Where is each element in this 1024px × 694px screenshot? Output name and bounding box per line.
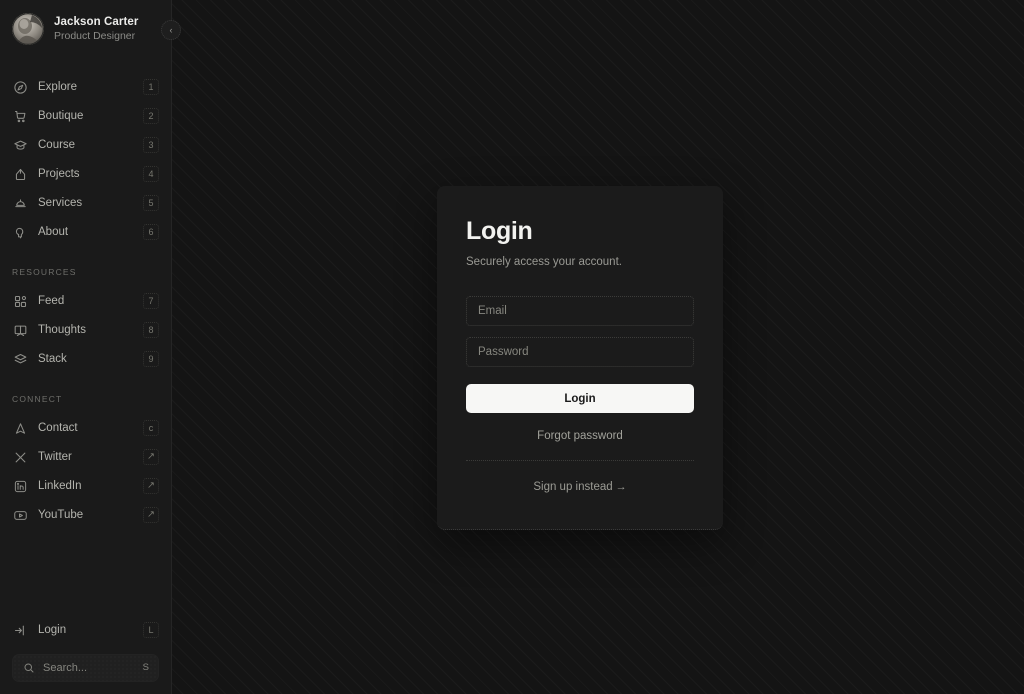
sidebar-item-shortcut: 1 xyxy=(143,79,159,95)
sidebar-item-label: About xyxy=(38,226,69,238)
sidebar-item-shortcut: 3 xyxy=(143,137,159,153)
forgot-password-link[interactable]: Forgot password xyxy=(466,428,694,444)
projects-icon xyxy=(12,166,28,182)
external-link-arrow-icon: ↗ xyxy=(143,449,159,465)
page-title: Login xyxy=(466,217,533,245)
graduation-cap-icon xyxy=(12,137,28,153)
sidebar-item-label: Thoughts xyxy=(38,324,86,336)
chevron-left-icon: ‹ xyxy=(169,24,173,35)
card-subtitle: Securely access your account. xyxy=(466,256,622,268)
external-link-arrow-icon: ↗ xyxy=(143,507,159,523)
password-field[interactable]: Password xyxy=(466,337,694,367)
sidebar-item-projects[interactable]: Projects 4 xyxy=(0,160,171,188)
search-placeholder: Search... xyxy=(43,662,88,674)
sidebar-item-course[interactable]: Course 3 xyxy=(0,131,171,159)
sidebar-item-twitter[interactable]: Twitter ↗ xyxy=(0,443,171,471)
compass-icon xyxy=(12,79,28,95)
sidebar-item-youtube[interactable]: YouTube ↗ xyxy=(0,501,171,529)
search-input[interactable]: Search... S xyxy=(12,654,159,682)
signup-label: Sign up instead xyxy=(533,481,613,493)
arrow-right-icon: → xyxy=(615,481,627,493)
sidebar-item-thoughts[interactable]: Thoughts 8 xyxy=(0,316,171,344)
sidebar-item-label: Services xyxy=(38,197,83,209)
profile-header[interactable]: Jackson Carter Product Designer xyxy=(0,0,171,57)
profile-text: Jackson Carter Product Designer xyxy=(54,15,139,43)
sidebar-item-linkedin[interactable]: LinkedIn ↗ xyxy=(0,472,171,500)
book-open-icon xyxy=(12,322,28,338)
nav-group-connect: Contact c Twitter ↗ LinkedIn ↗ YouTube ↗ xyxy=(0,414,171,532)
sidebar-item-shortcut: c xyxy=(143,420,159,436)
sidebar-item-feed[interactable]: Feed 7 xyxy=(0,287,171,315)
sidebar-item-login[interactable]: Login L xyxy=(12,616,159,644)
password-placeholder: Password xyxy=(478,346,529,358)
profile-name: Jackson Carter xyxy=(54,16,139,28)
search-icon xyxy=(22,662,35,675)
section-label-resources: RESOURCES xyxy=(12,267,77,277)
sidebar-item-services[interactable]: Services 5 xyxy=(0,189,171,217)
linkedin-icon xyxy=(12,478,28,494)
nav-group-resources: Feed 7 Thoughts 8 Stack 9 xyxy=(0,287,171,376)
sidebar-item-label: Contact xyxy=(38,422,78,434)
sidebar-item-label: Twitter xyxy=(38,451,72,463)
lightbulb-icon xyxy=(12,224,28,240)
sidebar-item-about[interactable]: About 6 xyxy=(0,218,171,246)
sidebar: Jackson Carter Product Designer ‹ Explor… xyxy=(0,0,181,694)
service-bell-icon xyxy=(12,195,28,211)
shopping-cart-icon xyxy=(12,108,28,124)
sidebar-item-label: Login xyxy=(38,624,67,636)
sidebar-item-boutique[interactable]: Boutique 2 xyxy=(0,102,171,130)
avatar xyxy=(12,13,44,45)
sidebar-item-label: Feed xyxy=(38,295,65,307)
nav-group-primary: Explore 1 Boutique 2 Course 3 Projects 4… xyxy=(0,73,171,249)
sidebar-item-stack[interactable]: Stack 9 xyxy=(0,345,171,373)
login-submit-button[interactable]: Login xyxy=(466,384,694,413)
sidebar-item-label: LinkedIn xyxy=(38,480,82,492)
sidebar-item-label: Course xyxy=(38,139,76,151)
sidebar-item-shortcut: L xyxy=(143,622,159,638)
feed-grid-icon xyxy=(12,293,28,309)
sidebar-item-shortcut: 6 xyxy=(143,224,159,240)
sidebar-item-label: Stack xyxy=(38,353,67,365)
sidebar-item-explore[interactable]: Explore 1 xyxy=(0,73,171,101)
search-shortcut: S xyxy=(142,662,149,674)
sidebar-item-shortcut: 2 xyxy=(143,108,159,124)
app-root: Jackson Carter Product Designer ‹ Explor… xyxy=(0,0,1024,694)
sidebar-item-shortcut: 5 xyxy=(143,195,159,211)
main-content: Login Securely access your account. Emai… xyxy=(172,0,1024,694)
sidebar-item-shortcut: 7 xyxy=(143,293,159,309)
sidebar-item-shortcut: 8 xyxy=(143,322,159,338)
signup-link[interactable]: Sign up instead → xyxy=(466,479,694,495)
sidebar-item-label: Boutique xyxy=(38,110,84,122)
card-divider xyxy=(466,460,694,461)
sidebar-item-label: Projects xyxy=(38,168,80,180)
section-label-connect: CONNECT xyxy=(12,394,63,404)
sidebar-item-shortcut: 4 xyxy=(143,166,159,182)
login-card: Login Securely access your account. Emai… xyxy=(437,186,723,530)
youtube-icon xyxy=(12,507,28,523)
sidebar-nav: Explore 1 Boutique 2 Course 3 Projects 4… xyxy=(0,57,171,616)
sidebar-item-shortcut: 9 xyxy=(143,351,159,367)
login-arrow-icon xyxy=(12,622,28,638)
sidebar-footer: Login L Search... S xyxy=(0,616,171,694)
email-field[interactable]: Email xyxy=(466,296,694,326)
sidebar-item-label: Explore xyxy=(38,81,77,93)
sidebar-collapse-button[interactable]: ‹ xyxy=(161,20,181,40)
x-twitter-icon xyxy=(12,449,28,465)
layers-icon xyxy=(12,351,28,367)
paper-plane-icon xyxy=(12,420,28,436)
sidebar-item-label: YouTube xyxy=(38,509,84,521)
email-placeholder: Email xyxy=(478,305,507,317)
profile-role: Product Designer xyxy=(54,30,136,42)
external-link-arrow-icon: ↗ xyxy=(143,478,159,494)
sidebar-item-contact[interactable]: Contact c xyxy=(0,414,171,442)
